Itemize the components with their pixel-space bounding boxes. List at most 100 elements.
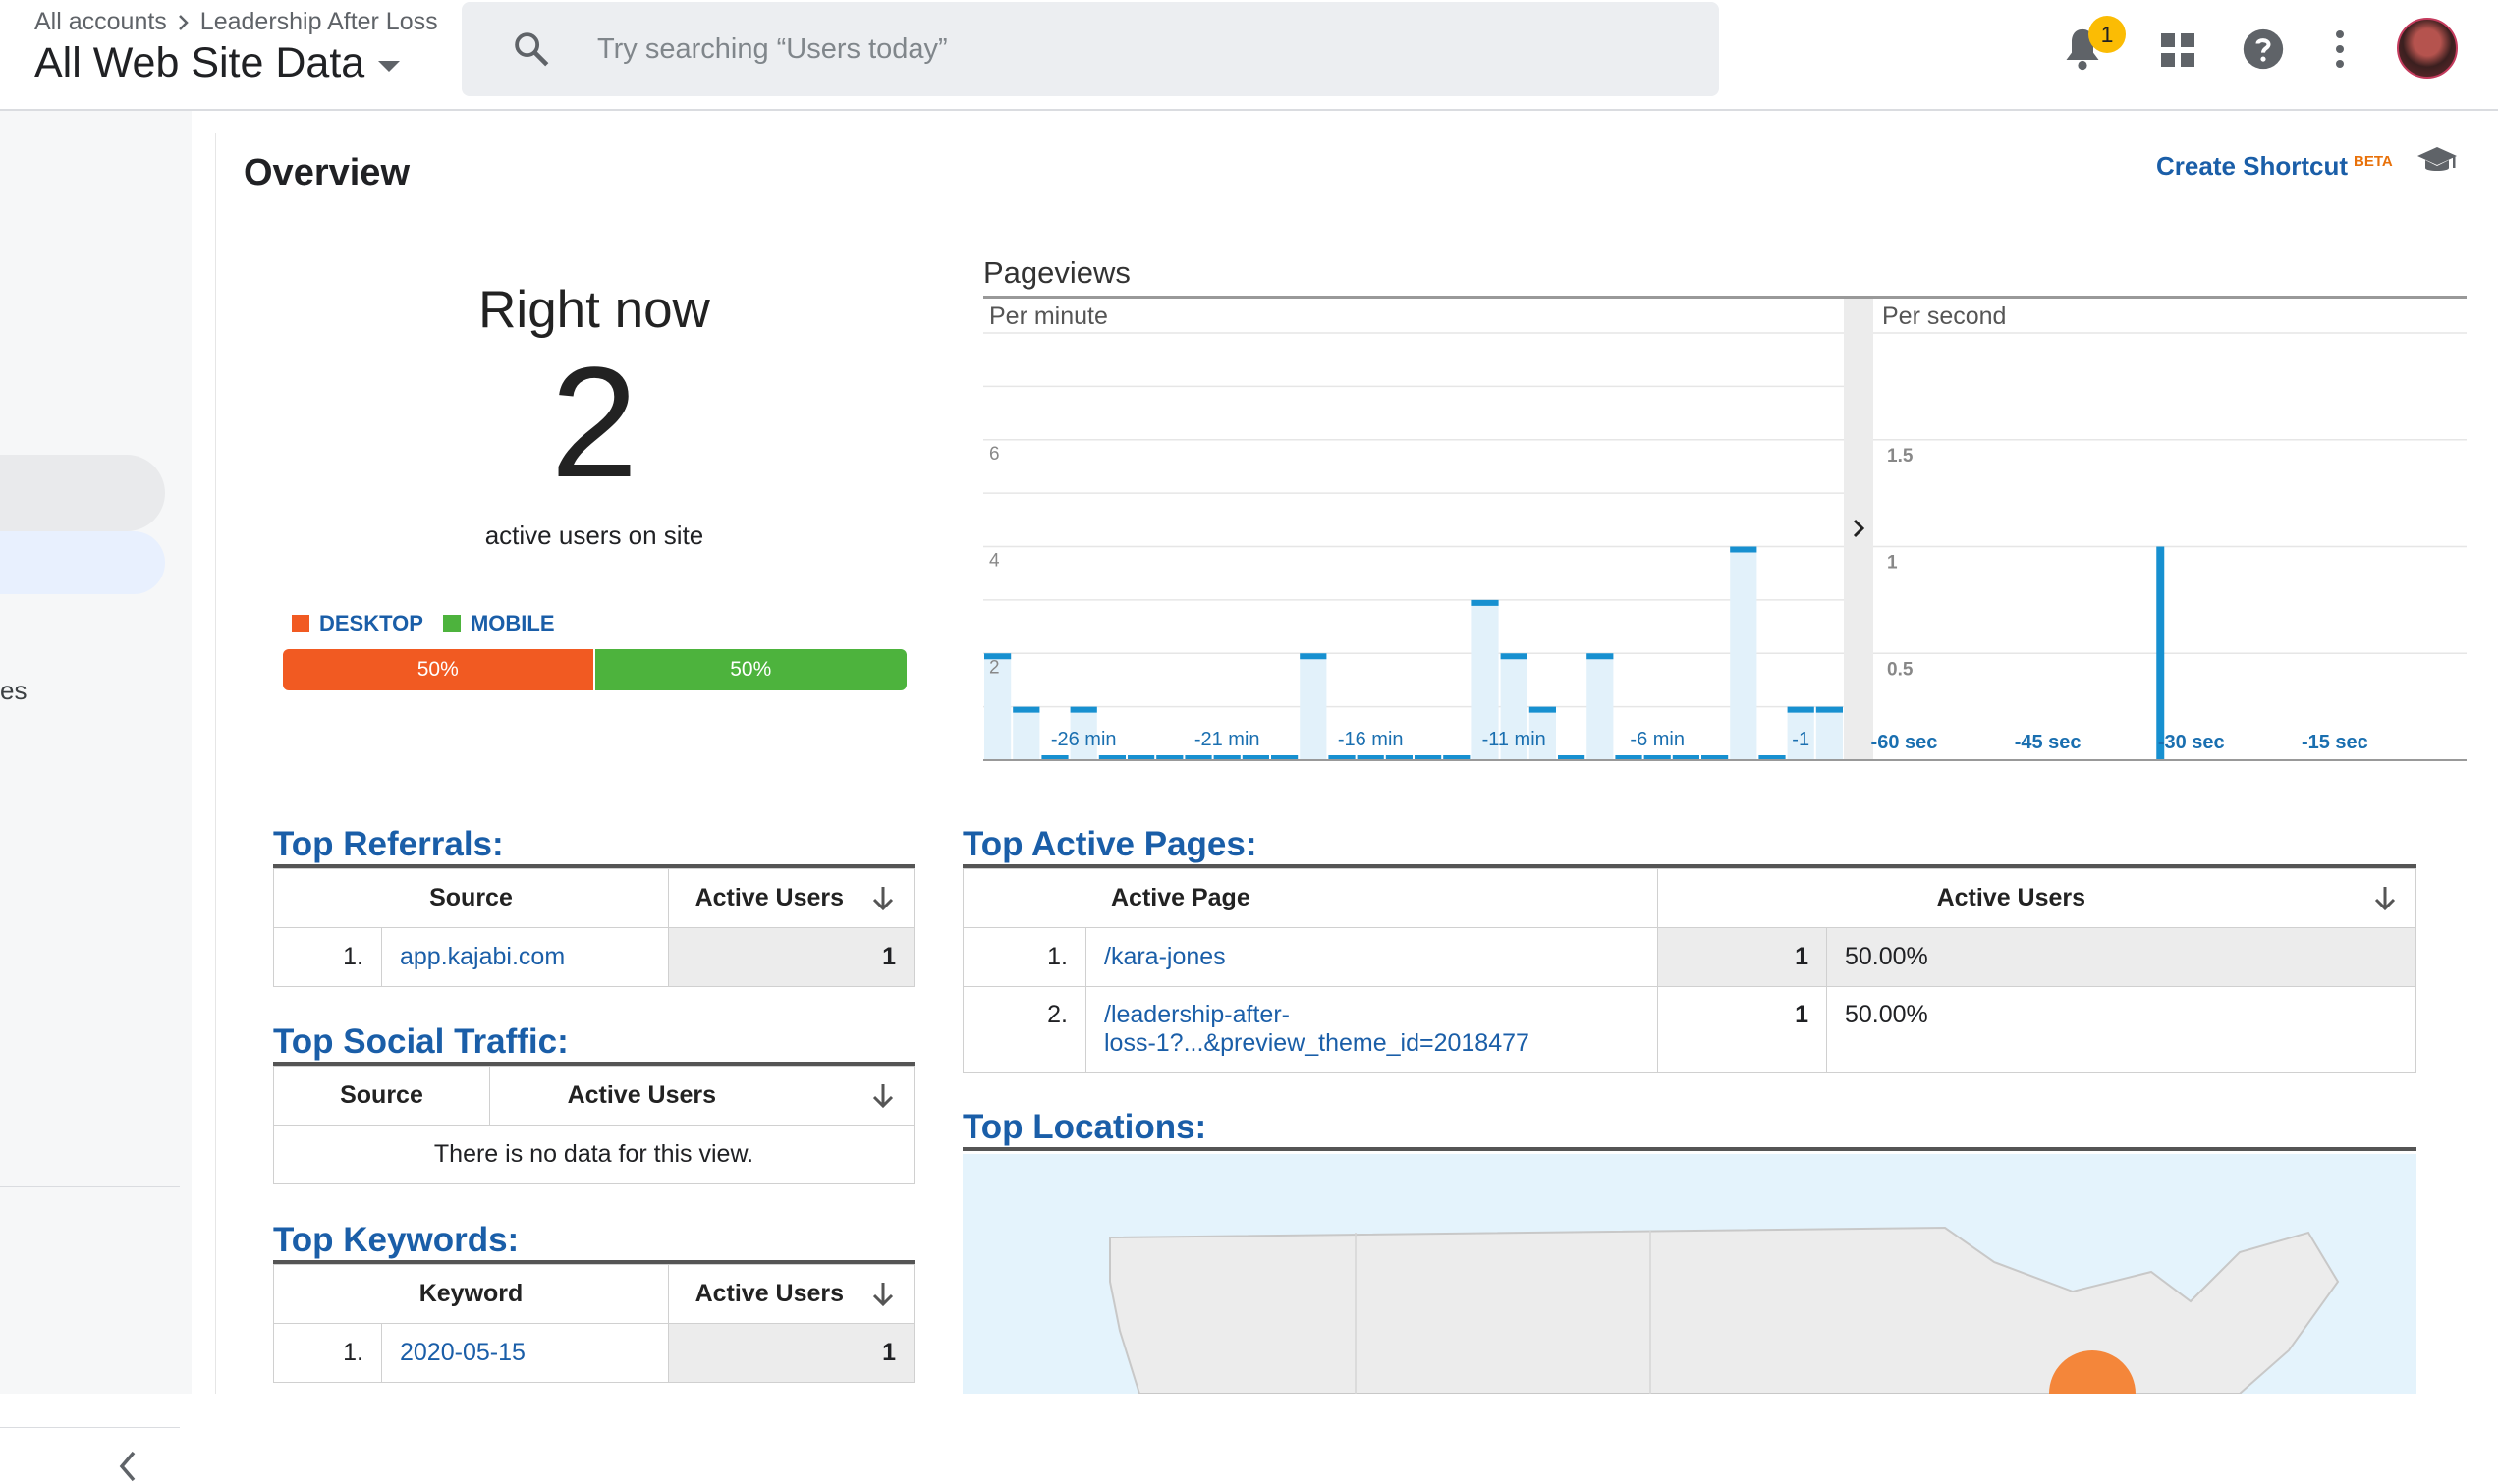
create-shortcut-button[interactable]: Create Shortcut BETA: [2156, 151, 2393, 182]
row-index: 2.: [963, 986, 1086, 1073]
x-tick-label: -11 min: [1482, 729, 1546, 750]
x-tick-label: -16 min: [1338, 729, 1404, 750]
top-pages-table: Active Page Active Users 1. /kara-jones …: [963, 868, 2416, 1073]
column-header-active-users[interactable]: Active Users: [668, 1264, 915, 1324]
apps-grid-icon[interactable]: [2161, 33, 2194, 67]
x-tick-label: -60 sec: [1871, 732, 1938, 753]
legend-mobile: MOBILE: [442, 611, 555, 636]
beta-badge: BETA: [2354, 153, 2393, 170]
minute-bar-cap: [1730, 546, 1757, 553]
y-tick-label: 1: [1887, 553, 1898, 574]
column-header-label: Active Users: [694, 1279, 845, 1307]
column-header-active-users[interactable]: Active Users: [489, 1066, 915, 1126]
sidebar-divider: [0, 1427, 180, 1428]
help-icon[interactable]: [2242, 27, 2285, 71]
row-index: 1.: [273, 927, 382, 987]
sidebar-item-label[interactable]: es: [0, 676, 27, 706]
legend-label: MOBILE: [470, 611, 555, 635]
sort-down-icon[interactable]: [2372, 885, 2398, 912]
table-row: 2. /leadership-after-loss-1?...&preview_…: [963, 986, 2416, 1073]
per-second-label: Per second: [1882, 302, 2006, 330]
page-path-line: loss-1?...&preview_theme_id=2018477: [1104, 1029, 1529, 1057]
avatar[interactable]: [2397, 18, 2458, 79]
top-header: All accounts Leadership After Loss All W…: [0, 0, 2498, 111]
active-users-value: 1: [668, 1323, 915, 1383]
column-header-label: Active Users: [694, 883, 845, 911]
x-tick-label: -1: [1792, 729, 1809, 750]
sort-down-icon[interactable]: [870, 1082, 896, 1110]
column-header-active-page[interactable]: Active Page: [963, 868, 1658, 928]
top-referrals-table: Source Active Users 1. app.kajabi.com 1: [273, 868, 915, 987]
referral-source-link[interactable]: app.kajabi.com: [381, 927, 669, 987]
y-tick-label: 4: [989, 551, 1000, 572]
section-divider: [963, 1147, 2416, 1151]
collapse-sidebar-icon[interactable]: [116, 1449, 139, 1484]
locations-map[interactable]: [963, 1154, 2416, 1394]
minute-bar-cap: [1300, 653, 1327, 660]
minute-bar[interactable]: [1013, 706, 1040, 760]
right-now-title: Right now: [478, 281, 710, 339]
column-header-source[interactable]: Source: [273, 1066, 490, 1126]
top-pages-title: Top Active Pages:: [963, 825, 1257, 863]
y-tick-label: 6: [989, 444, 1000, 465]
mobile-share: 50%: [594, 649, 907, 690]
chart-divider[interactable]: [1844, 299, 1873, 760]
active-users-label: active users on site: [484, 521, 704, 550]
row-index: 1.: [273, 1323, 382, 1383]
active-page-link[interactable]: /leadership-after-loss-1?...&preview_the…: [1085, 986, 1658, 1073]
pageviews-title: Pageviews: [983, 255, 1131, 290]
minute-bar-cap: [1787, 706, 1814, 713]
device-split-bar: 50% 50%: [283, 649, 907, 690]
minute-bar-cap: [1500, 653, 1527, 660]
legend-swatch: [292, 615, 309, 632]
sidebar-item-selected[interactable]: [0, 531, 165, 594]
column-header-active-users[interactable]: Active Users: [1657, 868, 2416, 928]
table-header-row: Keyword Active Users: [273, 1264, 915, 1324]
more-vert-icon[interactable]: [2334, 29, 2346, 69]
active-users-value: 1: [1657, 986, 1827, 1073]
table-row: There is no data for this view.: [273, 1125, 915, 1184]
create-shortcut-label: Create Shortcut: [2156, 151, 2349, 181]
sidebar-item-active[interactable]: [0, 455, 165, 531]
top-social-title: Top Social Traffic:: [273, 1022, 569, 1061]
column-header-source[interactable]: Source: [273, 868, 669, 928]
caret-down-icon: [378, 61, 401, 72]
row-index: 1.: [963, 927, 1086, 987]
top-social-table: Source Active Users There is no data for…: [273, 1066, 915, 1184]
minute-bar-cap: [1471, 599, 1499, 606]
column-header-label: Active Users: [567, 1080, 717, 1109]
chevron-right-icon: [178, 14, 189, 30]
minute-bar[interactable]: [1815, 706, 1843, 760]
minute-bar-cap: [1815, 706, 1843, 713]
x-tick-label: -21 min: [1194, 729, 1260, 750]
top-locations-title: Top Locations:: [963, 1108, 1207, 1146]
search-placeholder: Try searching “Users today”: [597, 32, 948, 65]
property-selector[interactable]: All Web Site Data: [34, 39, 401, 87]
sort-down-icon[interactable]: [870, 1281, 896, 1308]
x-tick-label: -6 min: [1630, 729, 1685, 750]
table-header-row: Source Active Users: [273, 868, 915, 928]
breadcrumb-account[interactable]: Leadership After Loss: [200, 8, 438, 36]
second-bar[interactable]: [2156, 546, 2165, 761]
page-path-line: /leadership-after-: [1104, 1001, 1290, 1028]
active-users-value: 1: [668, 927, 915, 987]
minute-bar[interactable]: [1730, 546, 1757, 761]
map-land: [1109, 1226, 2340, 1394]
top-referrals-title: Top Referrals:: [273, 825, 504, 863]
keyword-link[interactable]: 2020-05-15: [381, 1323, 669, 1383]
empty-message: There is no data for this view.: [273, 1125, 915, 1184]
graduation-cap-icon[interactable]: [2416, 145, 2458, 177]
notification-badge: 1: [2088, 16, 2126, 53]
active-page-link[interactable]: /kara-jones: [1085, 927, 1658, 987]
table-row: 1. 2020-05-15 1: [273, 1323, 915, 1383]
legend-desktop: DESKTOP: [292, 611, 423, 636]
column-header-keyword[interactable]: Keyword: [273, 1264, 669, 1324]
breadcrumb-all-accounts[interactable]: All accounts: [34, 8, 167, 36]
column-header-active-users[interactable]: Active Users: [668, 868, 915, 928]
desktop-share: 50%: [283, 649, 595, 690]
minute-bar[interactable]: [1586, 653, 1614, 760]
minute-bar-cap: [1013, 706, 1040, 713]
search-bar[interactable]: Try searching “Users today”: [462, 2, 1719, 96]
minute-bar[interactable]: [1300, 653, 1327, 760]
sort-down-icon[interactable]: [870, 885, 896, 912]
